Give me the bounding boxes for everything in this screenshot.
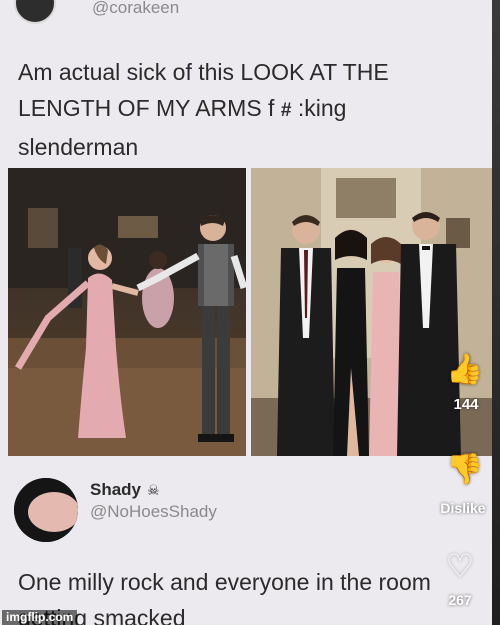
tweet1-line1: Am actual sick of this LOOK AT THE: [18, 59, 389, 85]
heart-count: 267: [448, 592, 472, 608]
avatar[interactable]: [14, 0, 56, 24]
tweet2-handle[interactable]: @NoHoesShady: [90, 502, 217, 522]
avatar[interactable]: [14, 478, 78, 542]
heart-icon[interactable]: ♡: [440, 548, 480, 584]
watermark: imgflip.com: [2, 610, 78, 625]
skull-icon: ☠: [147, 482, 160, 498]
tweet1-line2-start: LENGTH OF MY ARMS f: [18, 95, 275, 121]
tweet1-line2-end: :king: [297, 95, 347, 121]
hash-symbol: #: [280, 100, 292, 121]
tweet1-line2: LENGTH OF MY ARMS f # :king: [18, 90, 478, 129]
tweet1-handle[interactable]: @corakeen: [92, 0, 179, 18]
meme-screenshot: @corakeen Am actual sick of this LOOK AT…: [0, 0, 492, 625]
thumbs-down-icon[interactable]: 👎: [446, 452, 483, 488]
tweet1-line3: slenderman: [18, 134, 139, 160]
tweet2-name-text: Shady: [90, 480, 142, 499]
tweet1-text: Am actual sick of this LOOK AT THE LENGT…: [18, 54, 478, 165]
like-count: 144: [453, 396, 479, 413]
dance-photo-image: [8, 168, 246, 456]
tweet2-text: One milly rock and everyone in the room …: [18, 564, 458, 625]
tweet2-name[interactable]: Shady ☠: [90, 480, 160, 500]
tweet2-line1: One milly rock and everyone in the room: [18, 569, 431, 595]
dance-photo[interactable]: [8, 168, 246, 456]
screen-edge: [492, 0, 500, 625]
dislike-label: Dislike: [440, 500, 486, 516]
tweet1-header: @corakeen: [0, 0, 492, 24]
tweet2-line2: getting smacked: [18, 605, 186, 625]
thumbs-up-icon[interactable]: 👍: [446, 352, 483, 388]
avatar-image: [14, 478, 78, 542]
